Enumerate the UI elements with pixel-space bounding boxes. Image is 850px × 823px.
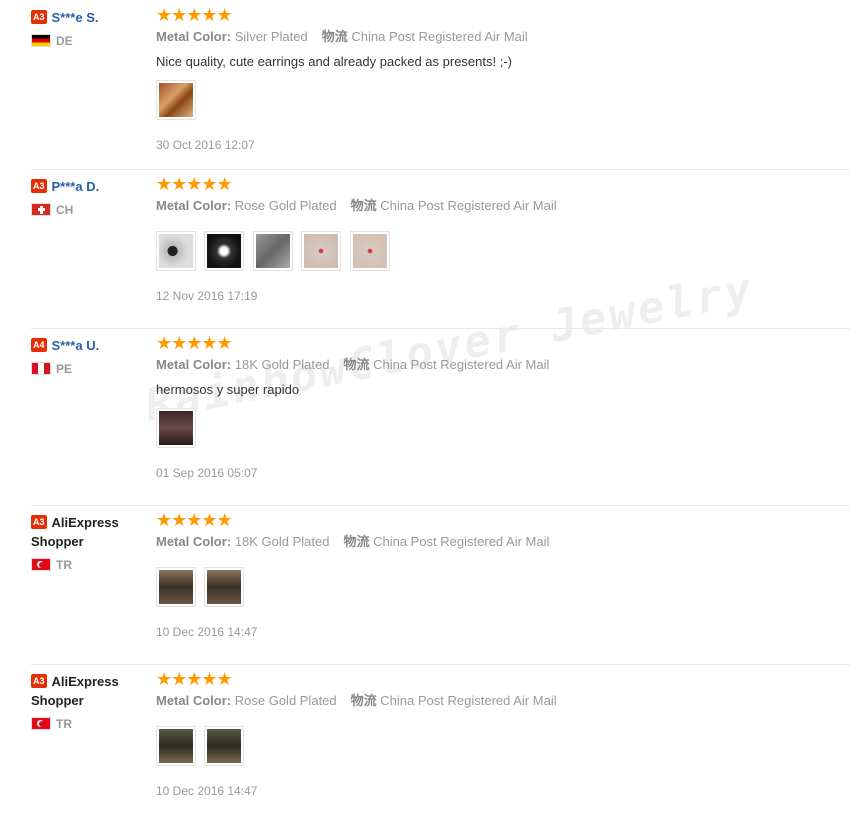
review-photo-thumbnail[interactable] [204, 567, 245, 607]
review-photo-thumbnail[interactable] [156, 80, 196, 120]
star-rating: ★★★★★ [156, 333, 233, 353]
review-photos [156, 80, 528, 122]
review-item: A3 AliExpress Shopper TR ★★★★★ Metal Colo… [31, 505, 850, 665]
review-photos [156, 726, 557, 768]
review-photo-thumbnail[interactable] [156, 567, 196, 607]
reviewer-country: TR [31, 558, 149, 572]
review-content: ★★★★★ Metal Color: Rose Gold Plated 物流 Ch… [156, 175, 557, 303]
review-content: ★★★★★ Metal Color: Silver Plated 物流 China… [156, 6, 528, 152]
pe-flag-icon [31, 362, 51, 375]
review-date: 01 Sep 2016 05:07 [156, 466, 258, 480]
review-photos [156, 231, 557, 273]
review-photo-thumbnail[interactable] [252, 231, 293, 271]
de-flag-icon [31, 34, 51, 47]
review-item: A3 P***a D. CH ★★★★★ Metal Color: Rose Go… [31, 169, 850, 329]
review-photo-thumbnail[interactable] [156, 231, 196, 271]
review-photo-thumbnail[interactable] [156, 408, 196, 448]
reviewer-country: DE [31, 34, 149, 48]
review-content: ★★★★★ Metal Color: Rose Gold Plated 物流 Ch… [156, 670, 557, 798]
buyer-level-badge: A3 [31, 179, 47, 193]
buyer-level-badge: A3 [31, 674, 47, 688]
review-photos [156, 408, 549, 450]
reviewer-name: S***a U. [51, 338, 100, 353]
reviewer-info: A4 S***a U. PE [31, 336, 149, 376]
ch-flag-icon [31, 203, 51, 216]
order-info: Metal Color: 18K Gold Plated 物流 China Pos… [156, 357, 550, 372]
tr-flag-icon [31, 558, 51, 571]
star-rating: ★★★★★ [156, 669, 233, 689]
reviewer-country: TR [31, 717, 149, 731]
buyer-level-badge: A3 [31, 10, 47, 24]
reviewer-country: PE [31, 362, 149, 376]
reviewer-country: CH [31, 203, 149, 217]
buyer-level-badge: A4 [31, 338, 47, 352]
reviewer-info: A3 P***a D. CH [31, 177, 149, 217]
order-info: Metal Color: 18K Gold Plated 物流 China Pos… [156, 534, 550, 549]
star-rating: ★★★★★ [156, 174, 233, 194]
review-item: A4 S***a U. PE ★★★★★ Metal Color: 18K Gol… [31, 328, 850, 506]
review-content: ★★★★★ Metal Color: 18K Gold Plated 物流 Chi… [156, 511, 549, 639]
star-rating: ★★★★★ [156, 510, 233, 530]
reviewer-info: A3 AliExpress Shopper TR [31, 513, 149, 572]
review-date: 10 Dec 2016 14:47 [156, 625, 258, 639]
review-date: 12 Nov 2016 17:19 [156, 289, 258, 303]
reviewer-name: P***a D. [51, 179, 100, 194]
tr-flag-icon [31, 717, 51, 730]
order-info: Metal Color: Rose Gold Plated 物流 China Po… [156, 198, 557, 213]
review-date: 30 Oct 2016 12:07 [156, 138, 255, 152]
review-text: Nice quality, cute earrings and already … [156, 54, 512, 69]
review-item: A3 S***e S. DE ★★★★★ Metal Color: Silver … [31, 0, 850, 170]
review-text: hermosos y super rapido [156, 382, 300, 397]
buyer-level-badge: A3 [31, 515, 47, 529]
order-info: Metal Color: Rose Gold Plated 物流 China Po… [156, 693, 557, 708]
review-content: ★★★★★ Metal Color: 18K Gold Plated 物流 Chi… [156, 334, 549, 480]
review-photo-thumbnail[interactable] [204, 231, 245, 271]
review-photo-thumbnail[interactable] [349, 231, 390, 271]
reviewer-name: S***e S. [51, 10, 99, 25]
review-photo-thumbnail[interactable] [156, 726, 196, 766]
review-item: A3 AliExpress Shopper TR ★★★★★ Metal Colo… [31, 664, 850, 823]
review-date: 10 Dec 2016 14:47 [156, 784, 258, 798]
reviewer-info: A3 AliExpress Shopper TR [31, 672, 149, 731]
reviewer-info: A3 S***e S. DE [31, 8, 149, 48]
review-photos [156, 567, 549, 609]
review-photo-thumbnail[interactable] [204, 726, 245, 766]
star-rating: ★★★★★ [156, 5, 233, 25]
order-info: Metal Color: Silver Plated 物流 China Post … [156, 29, 528, 44]
review-photo-thumbnail[interactable] [301, 231, 342, 271]
